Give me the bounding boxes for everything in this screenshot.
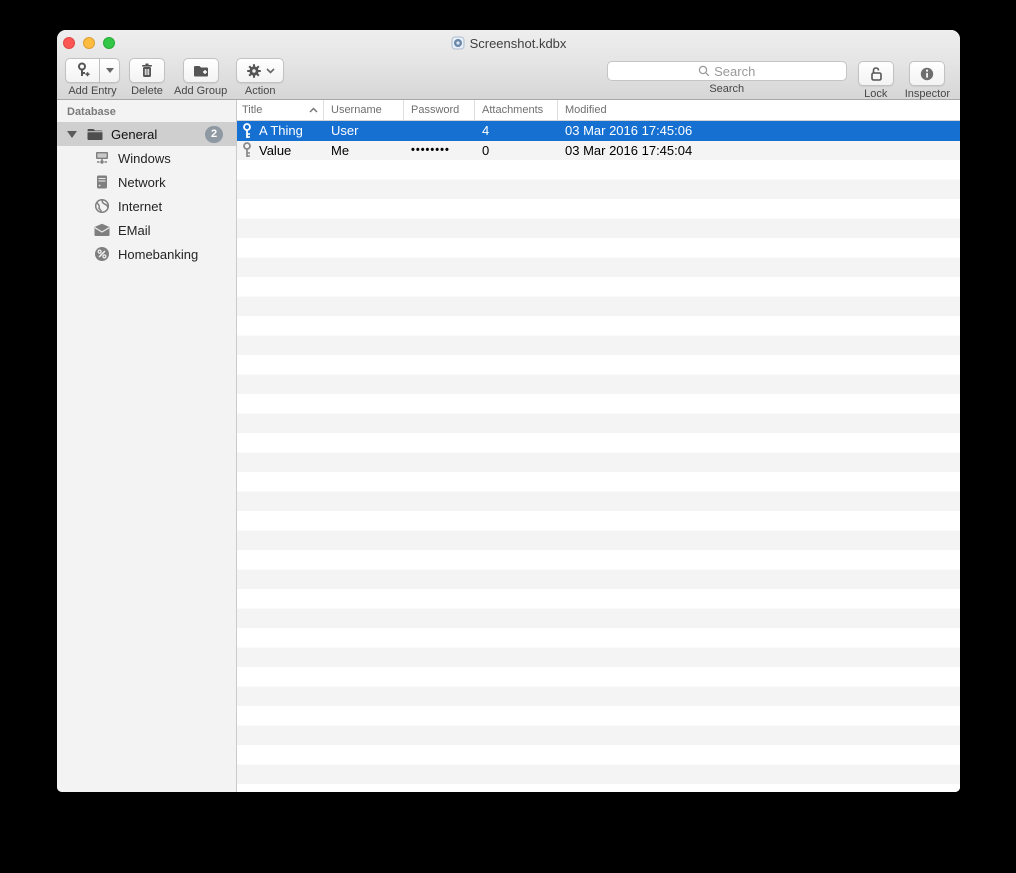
percent-icon [93, 245, 111, 263]
entry-count-badge: 2 [205, 125, 223, 143]
entry-username: User [331, 123, 359, 139]
entry-title: A Thing [259, 123, 303, 139]
sidebar-item-label: Internet [118, 198, 163, 214]
search-icon [698, 65, 710, 77]
envelope-icon [93, 221, 111, 239]
search-input[interactable]: Search [606, 61, 847, 81]
column-header-username[interactable]: Username [324, 100, 404, 120]
lock-group: Lock [857, 58, 894, 100]
add-entry-group: Add Entry [65, 58, 120, 97]
titlebar: Screenshot.kdbx [57, 30, 960, 56]
caret-down-icon [105, 68, 114, 73]
toolbar-left: Add Entry Delete Add Group Action [65, 56, 285, 97]
column-header-password[interactable]: Password [404, 100, 475, 120]
desktop: { "window": { "title": "Screenshot.kdbx"… [0, 0, 1016, 873]
close-button[interactable] [63, 37, 75, 49]
sidebar-item-label: General [111, 126, 158, 142]
window-chrome: Screenshot.kdbx Add Entry Delete Add Gro… [57, 30, 960, 100]
add-group-group: Add Group [174, 58, 227, 97]
windows-network-icon [93, 149, 111, 167]
folder-plus-icon [192, 63, 210, 79]
document-icon [451, 36, 465, 50]
sort-ascending-icon [309, 107, 318, 113]
unlock-icon [868, 66, 884, 82]
entry-username: Me [331, 142, 350, 158]
table-header: Title Username Password Attachments Modi… [237, 100, 960, 121]
search-placeholder: Search [714, 63, 756, 79]
empty-rows-area[interactable] [237, 160, 960, 792]
delete-label: Delete [131, 85, 163, 97]
action-group: Action [236, 58, 285, 97]
inspector-button[interactable] [909, 61, 946, 86]
sidebar-item-internet[interactable]: Internet [57, 194, 236, 218]
entry-password: •••••••• [411, 144, 450, 157]
lock-label: Lock [864, 88, 888, 100]
entry-attachments: 0 [482, 142, 490, 158]
column-header-attachments[interactable]: Attachments [475, 100, 558, 120]
minimize-button[interactable] [83, 37, 95, 49]
key-icon [242, 122, 252, 139]
trash-icon [139, 62, 155, 79]
add-entry-label: Add Entry [68, 85, 117, 97]
folder-icon [86, 125, 104, 143]
traffic-lights [63, 37, 115, 49]
entry-modified: 03 Mar 2016 17:45:06 [565, 123, 693, 139]
search-group: Search Search [606, 58, 847, 95]
info-icon [919, 66, 935, 82]
globe-icon [93, 197, 111, 215]
entry-modified: 03 Mar 2016 17:45:04 [565, 142, 693, 158]
sidebar-item-homebanking[interactable]: Homebanking [57, 242, 236, 266]
add-group-button[interactable] [182, 58, 219, 83]
disclosure-triangle-icon[interactable] [67, 130, 77, 138]
action-button[interactable] [236, 58, 285, 83]
sidebar-item-label: Network [118, 174, 166, 190]
action-label: Action [244, 85, 276, 97]
table-row[interactable]: Value Me •••••••• 0 03 Mar 2016 17:45:04 [237, 140, 960, 160]
sidebar: Database General 2 Windows Network Inter… [57, 100, 237, 792]
inspector-label: Inspector [904, 88, 950, 100]
main-content: Database General 2 Windows Network Inter… [57, 100, 960, 792]
app-window: Screenshot.kdbx Add Entry Delete Add Gro… [57, 30, 960, 792]
toolbar: Add Entry Delete Add Group Action Search… [57, 56, 960, 100]
add-group-label: Add Group [174, 85, 228, 97]
delete-button[interactable] [129, 58, 165, 83]
sidebar-item-label: EMail [118, 222, 151, 238]
sidebar-item-email[interactable]: EMail [57, 218, 236, 242]
sidebar-section-header: Database [67, 106, 116, 118]
sidebar-item-label: Windows [118, 150, 171, 166]
sidebar-item-label: Homebanking [118, 246, 199, 262]
inspector-group: Inspector [905, 58, 950, 100]
key-icon [242, 142, 252, 158]
sidebar-item-windows[interactable]: Windows [57, 146, 236, 170]
add-entry-dropdown-button[interactable] [100, 58, 120, 83]
column-header-modified[interactable]: Modified [558, 100, 960, 120]
server-icon [93, 173, 111, 191]
column-header-title[interactable]: Title [237, 100, 324, 120]
sidebar-item-network[interactable]: Network [57, 170, 236, 194]
search-label: Search [709, 83, 745, 95]
toolbar-right: Search Search Lock Inspector [606, 58, 950, 100]
entry-title: Value [259, 142, 292, 158]
entry-attachments: 4 [482, 123, 490, 139]
zoom-button[interactable] [103, 37, 115, 49]
gear-icon [246, 63, 262, 79]
key-plus-icon [75, 62, 91, 79]
add-entry-button[interactable] [65, 58, 100, 83]
window-title: Screenshot.kdbx [469, 35, 567, 51]
sidebar-item-general[interactable]: General 2 [57, 122, 236, 146]
entry-table: Title Username Password Attachments Modi… [237, 100, 960, 792]
delete-group: Delete [129, 58, 165, 97]
chevron-down-icon [266, 67, 275, 74]
table-row[interactable]: A Thing User 4 03 Mar 2016 17:45:06 [237, 121, 960, 141]
lock-button[interactable] [857, 61, 894, 86]
